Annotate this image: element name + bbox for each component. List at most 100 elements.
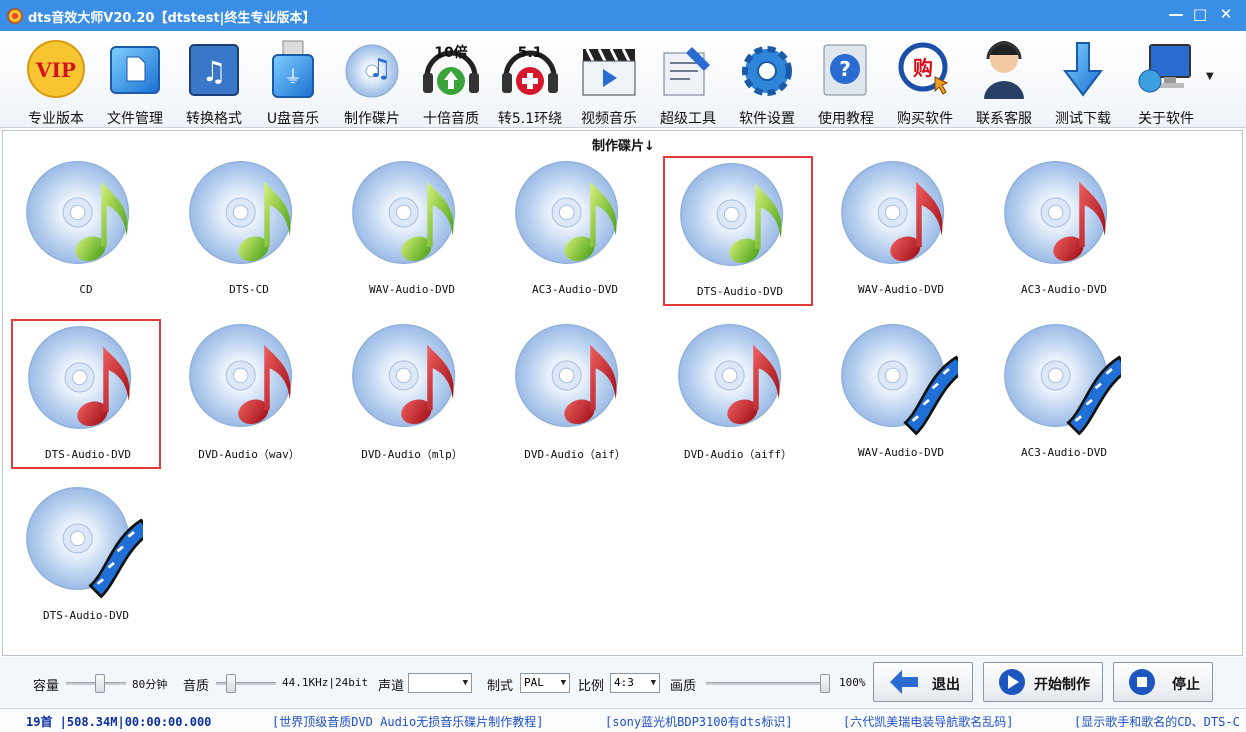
settings-gear-icon	[742, 46, 792, 96]
disc-film-icon	[841, 323, 958, 436]
customer-service-icon	[984, 41, 1024, 99]
toolbar-test-download[interactable]: 测试下载	[1043, 35, 1123, 127]
start-button-label: 开始制作	[1034, 677, 1090, 693]
super-tools-icon	[663, 47, 710, 96]
disc-green-note-icon	[352, 160, 456, 264]
disc-type-item[interactable]: AC3-Audio-DVD	[500, 156, 650, 306]
stop-button-label: 停止	[1172, 677, 1200, 693]
toolbar-label: 使用教程	[818, 111, 874, 127]
disc-type-item[interactable]: DTS-Audio-DVD	[663, 156, 813, 306]
capacity-slider-thumb[interactable]	[95, 674, 105, 693]
disc-type-item[interactable]: AC3-Audio-DVD	[989, 319, 1139, 469]
toolbar-super-tools[interactable]: 超级工具	[648, 35, 728, 127]
disc-red-note-icon	[352, 323, 456, 427]
disc-type-item[interactable]: CD	[11, 156, 161, 306]
toolbar-make-disc[interactable]: ♫ 制作碟片	[332, 35, 412, 127]
status-bar: 19首 |508.34M|00:00:00.000 [世界顶级音质DVD Aud…	[0, 708, 1246, 732]
status-link-camry[interactable]: [六代凯美瑞电装导航歌名乱码]	[843, 713, 1013, 730]
toolbar-ten-times[interactable]: 10倍 十倍音质	[411, 35, 491, 127]
toolbar-label: 转5.1环绕	[497, 111, 563, 127]
picture-slider[interactable]	[706, 674, 830, 693]
format-select[interactable]: PAL ▼	[520, 673, 570, 693]
toolbar-support[interactable]: 联系客服	[964, 35, 1044, 127]
disc-type-item[interactable]: WAV-Audio-DVD	[337, 156, 487, 306]
toolbar-label: 十倍音质	[423, 111, 479, 127]
quality-value: 44.1KHz|24bit	[282, 676, 369, 689]
disc-type-label: AC3-Audio-DVD	[1020, 446, 1108, 459]
quality-slider[interactable]	[216, 674, 276, 693]
toolbar-label: U盘音乐	[266, 111, 320, 127]
disc-type-label: AC3-Audio-DVD	[1020, 283, 1108, 296]
disc-type-label: CD	[79, 283, 93, 296]
channel-select[interactable]: ▼	[408, 673, 472, 693]
disc-green-note-icon	[680, 162, 784, 266]
disc-type-item[interactable]: DVD-Audio（mlp）	[337, 319, 487, 469]
disc-red-note-icon	[189, 323, 293, 427]
picture-slider-thumb[interactable]	[820, 674, 830, 693]
disc-type-label: DTS-Audio-DVD	[44, 448, 132, 461]
chevron-down-icon: ▼	[560, 678, 566, 688]
toolbar-label: 视频音乐	[581, 111, 637, 127]
disc-green-note-icon	[515, 160, 619, 264]
disc-type-panel: 制作碟片↓ CD DTS-CD WAV-Audio-DVD AC3-Audio-DVD…	[2, 130, 1243, 656]
play-icon	[999, 669, 1025, 695]
toolbar-file-manager[interactable]: 文件管理	[95, 35, 175, 127]
disc-type-item[interactable]: AC3-Audio-DVD	[989, 156, 1139, 306]
disc-red-note-icon	[28, 325, 132, 429]
quality-slider-thumb[interactable]	[226, 674, 236, 693]
maximize-button[interactable]: □	[1187, 4, 1213, 24]
toolbar-label: 关于软件	[1138, 111, 1194, 127]
video-music-icon	[582, 48, 636, 96]
disc-type-item[interactable]: DTS-Audio-DVD	[11, 319, 161, 469]
ten-times-quality-icon: 10倍	[423, 44, 479, 95]
exit-button[interactable]: 退出	[873, 662, 973, 702]
start-button[interactable]: 开始制作	[983, 662, 1103, 702]
toolbar-tutorial[interactable]: ? 使用教程	[806, 35, 886, 127]
disc-type-item[interactable]: DVD-Audio（wav）	[174, 319, 324, 469]
status-link-tutorial[interactable]: [世界顶级音质DVD Audio无损音乐碟片制作教程]	[272, 713, 543, 730]
disc-red-note-icon	[1004, 160, 1108, 264]
app-logo-icon	[7, 8, 23, 24]
toolbar-overflow-arrow-icon[interactable]: ▼	[1206, 71, 1214, 82]
toolbar-buy[interactable]: 购 购买软件	[885, 35, 965, 127]
toolbar-settings[interactable]: 软件设置	[727, 35, 807, 127]
capacity-label: 容量	[33, 679, 60, 694]
toolbar-vip[interactable]: VIP 专业版本	[16, 35, 96, 127]
stop-button[interactable]: 停止	[1113, 662, 1213, 702]
disc-type-label: DTS-CD	[229, 283, 269, 296]
disc-green-note-icon	[26, 160, 130, 264]
make-disc-icon: ♫	[345, 44, 399, 98]
disc-type-item[interactable]: WAV-Audio-DVD	[826, 156, 976, 306]
toolbar-surround[interactable]: 5.1 转5.1环绕	[490, 35, 570, 127]
toolbar-usb-music[interactable]: ⏚ U盘音乐	[253, 35, 333, 127]
toolbar-label: 软件设置	[739, 111, 795, 127]
disc-type-item[interactable]: DVD-Audio（aiff）	[663, 319, 813, 469]
picture-label: 画质	[670, 679, 697, 694]
download-arrow-icon	[1063, 42, 1103, 97]
disc-type-item[interactable]: WAV-Audio-DVD	[826, 319, 976, 469]
toolbar-video-music[interactable]: 视频音乐	[569, 35, 649, 127]
disc-type-item[interactable]: DTS-CD	[174, 156, 324, 306]
file-manager-icon	[110, 46, 160, 94]
svg-text:5.1: 5.1	[518, 45, 543, 61]
toolbar-label: 联系客服	[976, 111, 1032, 127]
disc-type-label: WAV-Audio-DVD	[857, 446, 945, 459]
vip-icon: VIP	[27, 40, 85, 98]
toolbar-label: 制作碟片	[344, 111, 400, 127]
capacity-slider[interactable]	[66, 674, 126, 693]
toolbar-about[interactable]: 关于软件	[1126, 35, 1206, 127]
disc-type-item[interactable]: DTS-Audio-DVD	[11, 482, 161, 632]
toolbar-convert[interactable]: ♫ 转换格式	[174, 35, 254, 127]
disc-type-label: DVD-Audio（aiff）	[683, 448, 793, 461]
toolbar-label: 转换格式	[186, 111, 242, 127]
minimize-button[interactable]: —	[1163, 4, 1189, 24]
ratio-select[interactable]: 4:3 ▼	[610, 673, 660, 693]
disc-red-note-icon	[841, 160, 945, 264]
svg-text:10倍: 10倍	[434, 44, 467, 61]
disc-type-item[interactable]: DVD-Audio（aif）	[500, 319, 650, 469]
buy-software-icon: 购	[898, 42, 949, 95]
status-link-sony[interactable]: [sony蓝光机BDP3100有dts标识]	[605, 713, 793, 730]
status-link-display[interactable]: [显示歌手和歌名的CD、DTS-C	[1074, 713, 1240, 730]
surround-51-icon: 5.1	[502, 45, 558, 95]
close-button[interactable]: ✕	[1213, 4, 1239, 24]
